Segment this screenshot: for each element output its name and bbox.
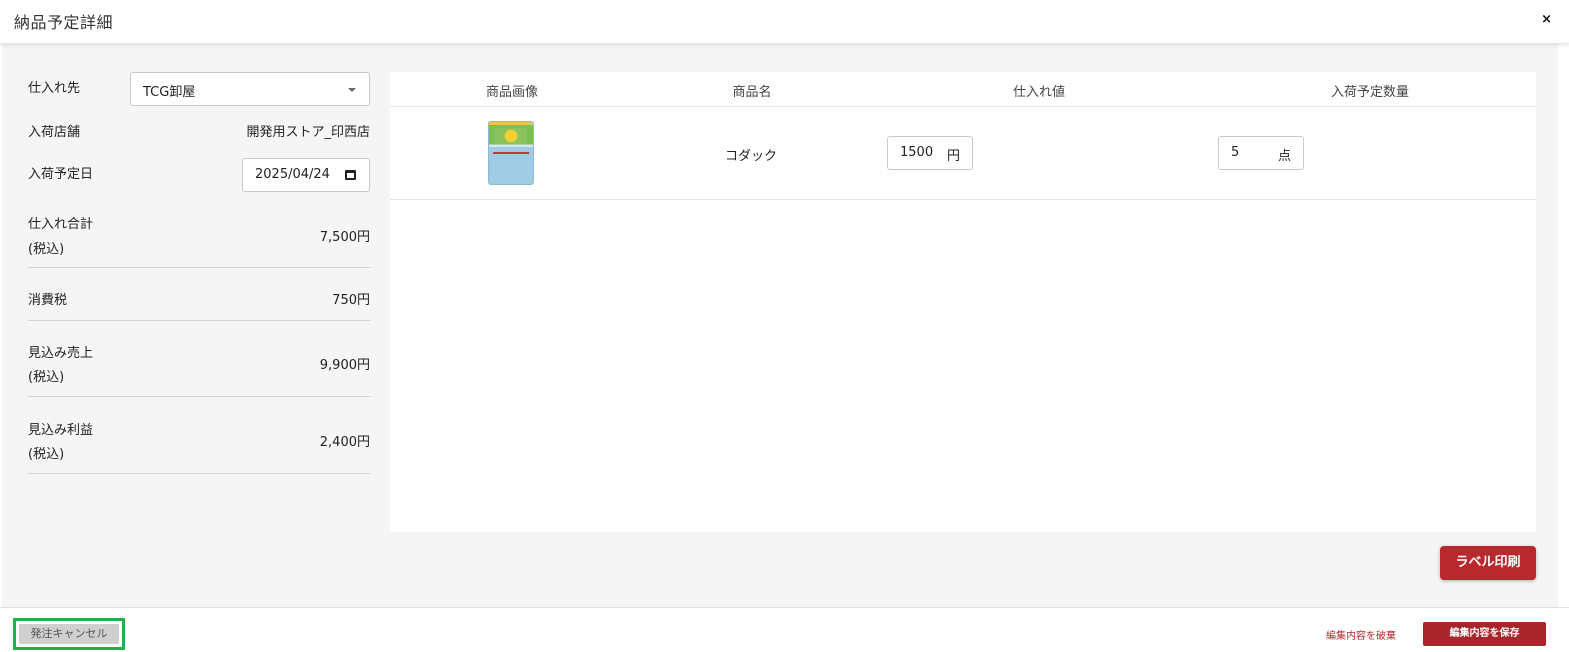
modal-header: 納品予定詳細 ×: [0, 0, 1569, 44]
divider: [390, 106, 1536, 107]
purchase-total-value: 7,500円: [319, 230, 370, 245]
divider: [28, 473, 371, 474]
quantity-unit: 点: [1278, 149, 1292, 164]
purchase-total-tax-note: (税込): [28, 242, 65, 257]
expected-profit-label: 見込み利益: [28, 423, 94, 438]
modal-footer: 発注キャンセル 編集内容を破棄 編集内容を保存: [0, 607, 1569, 652]
column-header-image: 商品画像: [485, 85, 538, 100]
column-header-quantity: 入荷予定数量: [1330, 85, 1409, 100]
label-print-button[interactable]: ラベル印刷: [1440, 546, 1536, 580]
products-table: 商品画像 商品名 仕入れ値 入荷予定数量 コダック 1500 円 5 点: [390, 72, 1536, 532]
expected-sales-value: 9,900円: [319, 358, 370, 373]
tax-value: 750円: [332, 293, 370, 308]
column-header-price: 仕入れ値: [1012, 85, 1065, 100]
modal-title: 納品予定詳細: [14, 13, 114, 32]
product-image: [488, 121, 534, 185]
discard-edits-link[interactable]: 編集内容を破棄: [1326, 627, 1396, 642]
highlight-frame: 発注キャンセル: [13, 618, 125, 650]
supplier-label: 仕入れ先: [28, 81, 81, 96]
save-edits-button[interactable]: 編集内容を保存: [1423, 622, 1546, 646]
product-name: コダック: [725, 149, 778, 164]
order-cancel-button[interactable]: 発注キャンセル: [19, 624, 119, 644]
divider: [28, 396, 371, 397]
column-header-name: 商品名: [732, 85, 772, 100]
calendar-icon[interactable]: [345, 170, 356, 180]
supplier-select-value: TCG卸屋: [143, 85, 196, 100]
expected-profit-tax-note: (税込): [28, 447, 65, 462]
tax-label: 消費税: [28, 293, 68, 308]
supplier-select[interactable]: TCG卸屋: [130, 72, 370, 106]
expected-sales-tax-note: (税込): [28, 370, 65, 385]
price-input[interactable]: 1500 円: [887, 136, 973, 170]
quantity-input[interactable]: 5 点: [1218, 136, 1304, 170]
price-unit: 円: [947, 149, 961, 164]
store-value: 開発用ストア_印西店: [246, 125, 370, 140]
quantity-value: 5: [1231, 145, 1240, 160]
divider: [390, 199, 1536, 200]
arrival-date-label: 入荷予定日: [28, 167, 94, 182]
arrival-date-value: 2025/04/24: [255, 167, 330, 182]
store-label: 入荷店舗: [28, 125, 81, 140]
chevron-down-icon: [348, 88, 356, 92]
divider: [28, 320, 371, 321]
expected-profit-value: 2,400円: [319, 435, 370, 450]
arrival-date-input[interactable]: 2025/04/24: [242, 158, 370, 192]
price-value: 1500: [900, 145, 934, 160]
purchase-total-label: 仕入れ合計: [28, 217, 94, 232]
expected-sales-label: 見込み売上: [28, 346, 94, 361]
divider: [28, 267, 371, 268]
close-icon[interactable]: ×: [1541, 12, 1552, 27]
